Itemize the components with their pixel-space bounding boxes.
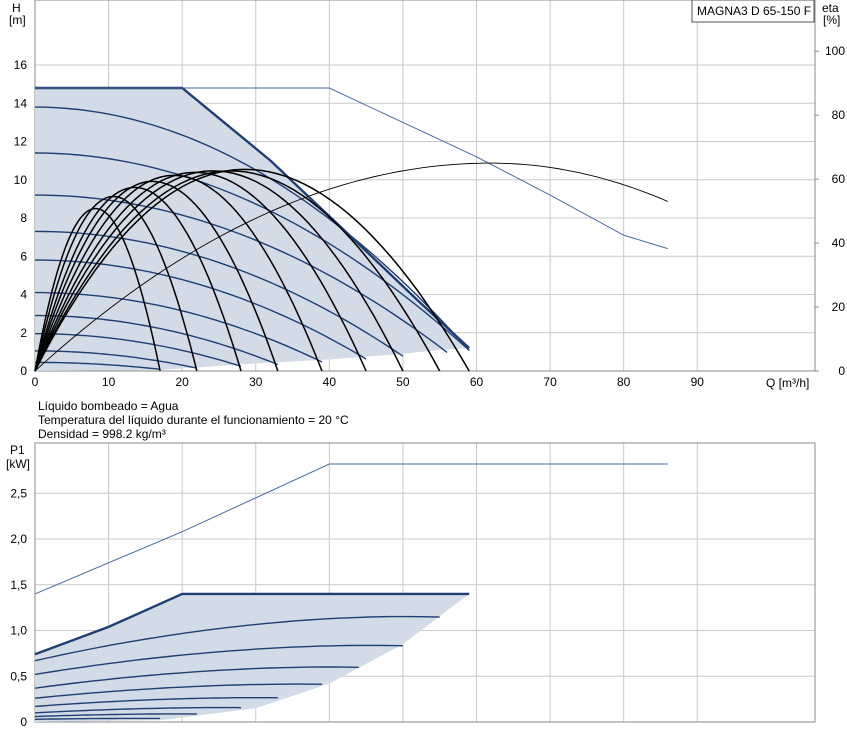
h-tick-label: 16	[14, 58, 28, 72]
eta-tick-label: 20	[832, 300, 846, 314]
q-axis-label: Q [m³/h]	[766, 376, 809, 390]
h-tick-label: 4	[20, 288, 27, 302]
h-tick-label: 2	[20, 326, 27, 340]
h-tick-label: 8	[20, 211, 27, 225]
info-liquid: Líquido bombeado = Agua	[38, 399, 179, 413]
p1-tick-label: 1,5	[10, 578, 27, 592]
h-tick-label: 14	[14, 96, 28, 110]
x-tick-label: 80	[617, 375, 631, 389]
x-tick-label: 0	[32, 375, 39, 389]
power-flow-plot: 0 0,5 1,0 1,5 2,0 2,5	[10, 442, 816, 729]
p1-tick-label: 2,0	[10, 532, 27, 546]
eta-tick-label: 60	[832, 172, 846, 186]
h-tick-label: 12	[14, 135, 28, 149]
eta-axis-unit: [%]	[823, 13, 840, 27]
eta-tick-label: 0	[838, 364, 845, 378]
h-tick-label: 0	[20, 364, 27, 378]
h-tick-label: 6	[20, 249, 27, 263]
model-label: MAGNA3 D 65-150 F	[697, 4, 811, 18]
twin-power-curve	[34, 463, 668, 595]
x-tick-label: 70	[543, 375, 557, 389]
p1-tick-label: 1,0	[10, 624, 27, 638]
info-temperature: Temperatura del líquido durante el funci…	[38, 413, 349, 427]
h-tick-label: 10	[14, 173, 28, 187]
head-flow-plot: 0 10 20 30 40 50 60 70 80 90 0 2 4 6 8 10 12 14 16 0 20 40 60 8…	[14, 0, 846, 389]
x-tick-label: 50	[396, 375, 410, 389]
h-axis-unit: [m]	[9, 13, 26, 27]
p1-tick-label: 0	[20, 715, 27, 729]
p1-tick-label: 0,5	[10, 669, 27, 683]
x-tick-label: 60	[470, 375, 484, 389]
p1-axis-label: P1	[10, 443, 25, 457]
x-tick-label: 40	[323, 375, 337, 389]
x-tick-label: 20	[175, 375, 189, 389]
x-tick-label: 10	[102, 375, 116, 389]
x-tick-label: 30	[249, 375, 263, 389]
eta-tick-label: 80	[832, 108, 846, 122]
eta-tick-label: 40	[832, 236, 846, 250]
x-tick-label: 90	[691, 375, 705, 389]
pump-curve-chart: 0 10 20 30 40 50 60 70 80 90 0 2 4 6 8 10 12 14 16 0 20 40 60 8…	[6, 0, 846, 729]
p1-axis-unit: [kW]	[6, 457, 30, 471]
info-density: Densidad = 998.2 kg/m³	[38, 427, 166, 441]
eta-tick-label: 100	[825, 44, 845, 58]
p1-tick-label: 2,5	[10, 486, 27, 500]
